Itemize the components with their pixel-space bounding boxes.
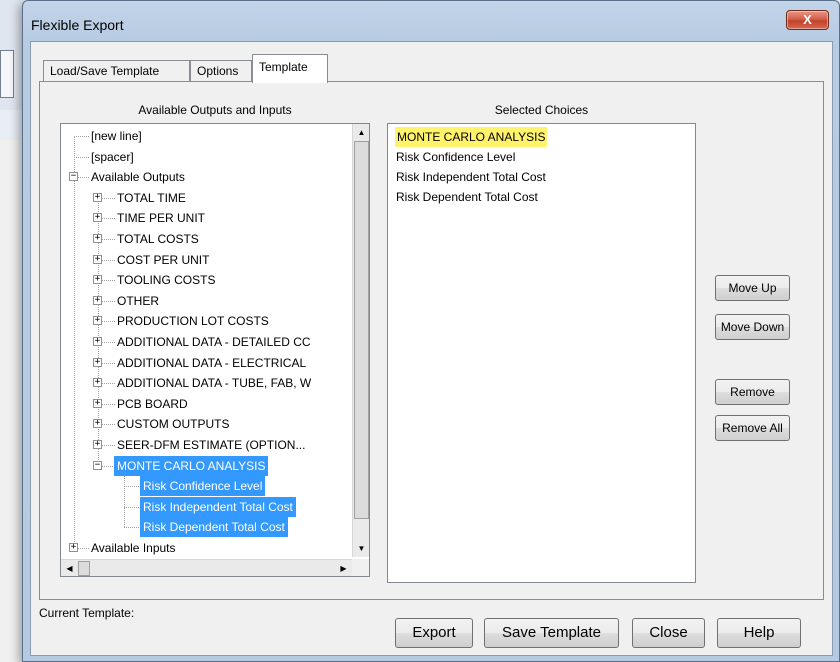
tree-horizontal-scrollbar[interactable]: ◀ ▶ <box>61 559 352 576</box>
scrollbar-corner <box>352 559 369 576</box>
tree-item[interactable]: ADDITIONAL DATA - DETAILED CC <box>117 332 311 352</box>
move-up-button[interactable]: Move Up <box>715 275 790 301</box>
tree-item[interactable]: ADDITIONAL DATA - TUBE, FAB, W <box>117 373 311 393</box>
tree-item[interactable]: Risk Dependent Total Cost <box>140 517 288 538</box>
tree-expand-icon[interactable]: + <box>93 316 102 326</box>
tree-item[interactable]: TIME PER UNIT <box>117 208 205 228</box>
tree-connector <box>74 156 89 158</box>
scroll-up-arrow-icon[interactable]: ▲ <box>353 124 370 141</box>
tree-item[interactable]: Risk Independent Total Cost <box>140 496 296 517</box>
tree-collapse-icon[interactable]: − <box>93 460 102 470</box>
tree-item[interactable]: SEER-DFM ESTIMATE (OPTION... <box>117 435 305 455</box>
save-template-button[interactable]: Save Template <box>484 618 619 648</box>
tree-item[interactable]: [new line] <box>91 126 142 146</box>
background-control <box>0 50 14 98</box>
tab-template[interactable]: Template <box>252 54 328 83</box>
list-item[interactable]: MONTE CARLO ANALYSIS <box>395 127 548 147</box>
tab-options[interactable]: Options <box>190 60 252 82</box>
tree-vertical-scrollbar[interactable]: ▲ ▼ <box>352 124 369 557</box>
tree-expand-icon[interactable]: + <box>93 254 102 264</box>
scroll-down-arrow-icon[interactable]: ▼ <box>353 540 370 557</box>
tree-item[interactable]: MONTE CARLO ANALYSIS <box>114 455 269 476</box>
selected-choices-header: Selected Choices <box>494 103 589 117</box>
available-outputs-header: Available Outputs and Inputs <box>138 103 292 117</box>
tree-expand-icon[interactable]: + <box>93 275 102 285</box>
list-item[interactable]: Risk Confidence Level <box>396 147 515 167</box>
tree-guide-line <box>74 136 75 548</box>
tree-expand-icon[interactable]: + <box>93 357 102 367</box>
selected-choices-list[interactable]: MONTE CARLO ANALYSIS Risk Confidence Lev… <box>387 123 696 583</box>
flexible-export-dialog: Flexible Export X Load/Save Template Opt… <box>22 0 840 662</box>
tree-item[interactable]: OTHER <box>117 291 159 311</box>
tree-connector <box>124 506 141 508</box>
tree-expand-icon[interactable]: + <box>93 213 102 223</box>
tree-item[interactable]: TOOLING COSTS <box>117 270 215 290</box>
list-item[interactable]: Risk Dependent Total Cost <box>396 187 538 207</box>
tree-expand-icon[interactable]: + <box>93 419 102 429</box>
tree-item[interactable]: COST PER UNIT <box>117 250 209 270</box>
tree-expand-icon[interactable]: + <box>69 543 78 552</box>
tree-expand-icon[interactable]: + <box>93 398 102 408</box>
tree-item[interactable]: TOTAL TIME <box>117 188 186 208</box>
tree-item[interactable]: Risk Confidence Level <box>140 476 266 497</box>
tree-vertical-scroll-thumb[interactable] <box>354 141 369 519</box>
tree-connector <box>124 486 141 488</box>
tree-expand-icon[interactable]: + <box>93 440 102 449</box>
tree-expand-icon[interactable]: + <box>93 378 102 388</box>
tree-expand-icon[interactable]: + <box>93 295 102 305</box>
help-button[interactable]: Help <box>717 618 801 648</box>
tree-item[interactable]: PCB BOARD <box>117 394 188 414</box>
current-template-label: Current Template: <box>39 606 135 620</box>
tree-horizontal-scroll-thumb[interactable] <box>78 561 90 576</box>
available-tree[interactable]: [new line] [spacer] − Available Outputs + TOT… <box>60 123 370 577</box>
window-title: Flexible Export <box>31 17 124 33</box>
move-down-button[interactable]: Move Down <box>715 314 790 340</box>
tab-load-save-template[interactable]: Load/Save Template <box>43 60 190 82</box>
template-tab-panel: Available Outputs and Inputs Selected Ch… <box>39 81 824 600</box>
tree-item[interactable]: PRODUCTION LOT COSTS <box>117 311 269 331</box>
tree-item[interactable]: TOTAL COSTS <box>117 229 199 249</box>
tree-expand-icon[interactable]: + <box>93 192 102 202</box>
tree-item[interactable]: Available Outputs <box>91 167 185 187</box>
remove-button[interactable]: Remove <box>715 379 790 405</box>
close-button[interactable]: Close <box>632 618 705 648</box>
list-item[interactable]: Risk Independent Total Cost <box>396 167 546 187</box>
tree-item[interactable]: Available Inputs <box>91 538 176 557</box>
tree-connector <box>124 527 141 529</box>
tree-item[interactable]: [spacer] <box>91 147 134 167</box>
dialog-client-area: Load/Save Template Options Template Avai… <box>30 41 833 656</box>
tree-collapse-icon[interactable]: − <box>69 172 78 182</box>
tree-item[interactable]: ADDITIONAL DATA - ELECTRICAL <box>117 353 306 373</box>
tree-expand-icon[interactable]: + <box>93 234 102 243</box>
tree-viewport: [new line] [spacer] − Available Outputs + TOT… <box>61 124 352 557</box>
tree-item[interactable]: CUSTOM OUTPUTS <box>117 414 229 434</box>
tree-expand-icon[interactable]: + <box>93 337 102 346</box>
scroll-right-arrow-icon[interactable]: ▶ <box>335 560 352 577</box>
scroll-left-arrow-icon[interactable]: ◀ <box>61 560 78 577</box>
tree-connector <box>74 136 89 137</box>
export-button[interactable]: Export <box>395 618 473 648</box>
remove-all-button[interactable]: Remove All <box>715 415 790 441</box>
window-close-button[interactable]: X <box>786 10 829 30</box>
